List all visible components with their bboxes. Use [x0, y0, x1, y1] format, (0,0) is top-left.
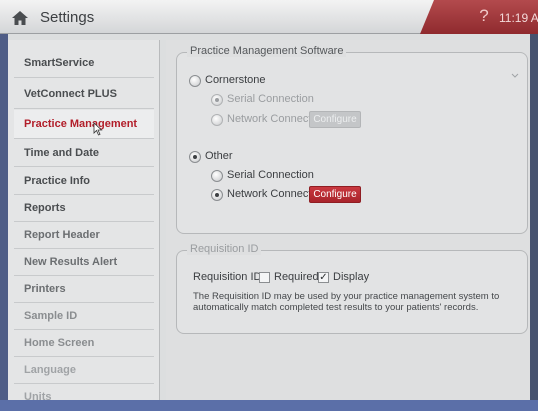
home-button[interactable] — [8, 8, 32, 28]
sidebar-item-printers[interactable]: Printers — [14, 276, 154, 303]
group-legend: Requisition ID — [187, 243, 262, 255]
sidebar-item-smartservice[interactable]: SmartService — [14, 48, 154, 78]
sidebar-item-home-screen[interactable]: Home Screen — [14, 330, 154, 357]
sidebar-item-label: Practice Management — [24, 118, 138, 130]
other-configure-button[interactable]: Configure — [309, 186, 361, 203]
sidebar-item-label: Reports — [24, 202, 66, 214]
collapse-icon — [511, 73, 519, 78]
group-legend: Practice Management Software — [187, 45, 347, 57]
sidebar-item-label: Report Header — [24, 229, 100, 241]
help-button[interactable]: ? — [475, 6, 493, 28]
mouse-cursor-icon — [93, 122, 103, 136]
sidebar-item-label: Language — [24, 364, 76, 376]
sidebar-item-reports[interactable]: Reports — [14, 195, 154, 222]
required-checkbox[interactable] — [259, 272, 270, 283]
requisition-help-line-1: The Requisition ID may be used by your p… — [193, 291, 500, 302]
sidebar-item-label: Home Screen — [24, 337, 95, 349]
bottom-bezel — [0, 400, 538, 411]
sidebar-item-label: Printers — [24, 283, 66, 295]
settings-content: Practice Management Software Cornerstone… — [166, 40, 538, 411]
right-bezel — [530, 34, 538, 411]
sidebar-item-label: Time and Date — [24, 147, 99, 159]
other-serial-label: Serial Connection — [227, 169, 314, 181]
sidebar-item-label: Sample ID — [24, 310, 78, 322]
cornerstone-network-radio[interactable] — [211, 114, 223, 126]
sidebar-item-label: SmartService — [24, 56, 95, 69]
required-label: Required — [274, 271, 319, 283]
sidebar-item-new-results-alert[interactable]: New Results Alert — [14, 249, 154, 276]
sidebar-item-label: Practice Info — [24, 175, 91, 187]
display-checkbox[interactable]: ✓ — [318, 272, 329, 283]
clock-readout: 11:19 AI — [499, 11, 538, 25]
cornerstone-radio[interactable] — [189, 75, 201, 87]
sidebar-item-label: New Results Alert — [24, 256, 118, 268]
sidebar-item-label: VetConnect PLUS — [24, 87, 117, 100]
settings-screen: Settings ? 11:19 AI SmartService VetConn… — [0, 0, 538, 411]
requisition-help-line-2: automatically match completed test resul… — [193, 302, 479, 313]
sidebar-item-language[interactable]: Language — [14, 357, 154, 384]
left-bezel — [0, 34, 8, 411]
requisition-id-group: Requisition ID Requisition ID: Required … — [176, 243, 528, 334]
sidebar-item-time-and-date[interactable]: Time and Date — [14, 140, 154, 167]
header-bar: Settings ? 11:19 AI — [0, 0, 538, 34]
other-radio[interactable] — [189, 151, 201, 163]
page-title: Settings — [40, 9, 95, 26]
home-icon — [12, 11, 28, 25]
requisition-id-label: Requisition ID: — [193, 271, 265, 283]
display-label: Display — [333, 271, 370, 283]
settings-sidebar: SmartService VetConnect PLUS Practice Ma… — [8, 40, 160, 411]
practice-management-software-group: Practice Management Software Cornerstone… — [176, 45, 528, 234]
other-label: Other — [205, 150, 233, 162]
sidebar-item-practice-info[interactable]: Practice Info — [14, 168, 154, 195]
sidebar-item-sample-id[interactable]: Sample ID — [14, 303, 154, 330]
cornerstone-configure-button[interactable]: Configure — [309, 111, 361, 128]
sidebar-item-practice-management[interactable]: Practice Management — [14, 110, 154, 139]
other-serial-radio[interactable] — [211, 170, 223, 182]
cornerstone-label: Cornerstone — [205, 74, 266, 86]
other-network-radio[interactable] — [211, 189, 223, 201]
cornerstone-serial-label: Serial Connection — [227, 93, 314, 105]
cornerstone-serial-radio[interactable] — [211, 94, 223, 106]
sidebar-item-report-header[interactable]: Report Header — [14, 222, 154, 249]
sidebar-item-vetconnect-plus[interactable]: VetConnect PLUS — [14, 79, 154, 109]
